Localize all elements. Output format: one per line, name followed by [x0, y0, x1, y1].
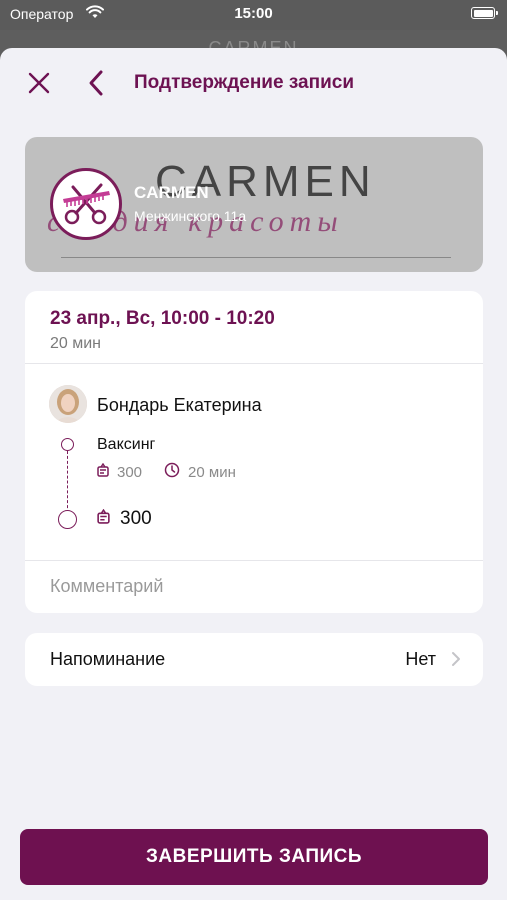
- chevron-right-icon: [451, 651, 461, 672]
- salon-logo-scissors-comb-icon: [50, 168, 122, 240]
- price-tag-icon: [97, 508, 110, 530]
- reminder-value: Нет: [405, 649, 436, 669]
- back-chevron-icon[interactable]: [86, 68, 108, 98]
- salon-address: Менжинского 11а: [134, 208, 247, 224]
- service-duration: 20 мин: [188, 463, 236, 481]
- reminder-row[interactable]: Напоминание Нет: [25, 633, 483, 686]
- timeline-end-dot: [58, 510, 77, 529]
- service-price: 300: [117, 463, 143, 481]
- master-name: Бондарь Екатерина: [97, 395, 262, 415]
- booking-duration: 20 мин: [50, 335, 102, 352]
- timeline-connector: [67, 451, 68, 513]
- finish-booking-button[interactable]: ЗАВЕРШИТЬ ЗАПИСЬ: [20, 829, 488, 885]
- divider: [25, 560, 483, 561]
- timeline-dot: [61, 438, 74, 451]
- divider: [25, 363, 483, 364]
- salon-card[interactable]: CARMEN студия красоты CARMEN Менжинского…: [25, 137, 483, 272]
- service-name: Ваксинг: [97, 436, 156, 453]
- clock-icon: [164, 462, 180, 482]
- comment-input[interactable]: Комментарий: [50, 576, 163, 597]
- booking-details-card: 23 апр., Вс, 10:00 - 10:20 20 мин Бондар…: [25, 291, 483, 613]
- navigation-bar: Подтверждение записи: [0, 48, 507, 118]
- booking-confirmation-sheet: Подтверждение записи CARMEN студия красо…: [0, 48, 507, 900]
- price-tag-icon: [97, 462, 109, 481]
- salon-name: CARMEN: [134, 183, 209, 202]
- status-bar: Оператор 15:00: [0, 0, 507, 30]
- reminder-label: Напоминание: [50, 649, 166, 669]
- page-title: Подтверждение записи: [134, 72, 354, 93]
- clock: 15:00: [234, 5, 273, 22]
- service-meta: 300 20 мин: [97, 462, 236, 482]
- avatar: [49, 385, 87, 423]
- booking-datetime: 23 апр., Вс, 10:00 - 10:20: [50, 308, 275, 329]
- total-price: 300: [120, 508, 152, 529]
- banner-divider: [61, 257, 451, 258]
- battery-icon: [471, 7, 498, 19]
- total-row: 300: [97, 508, 152, 530]
- close-icon[interactable]: [26, 70, 52, 96]
